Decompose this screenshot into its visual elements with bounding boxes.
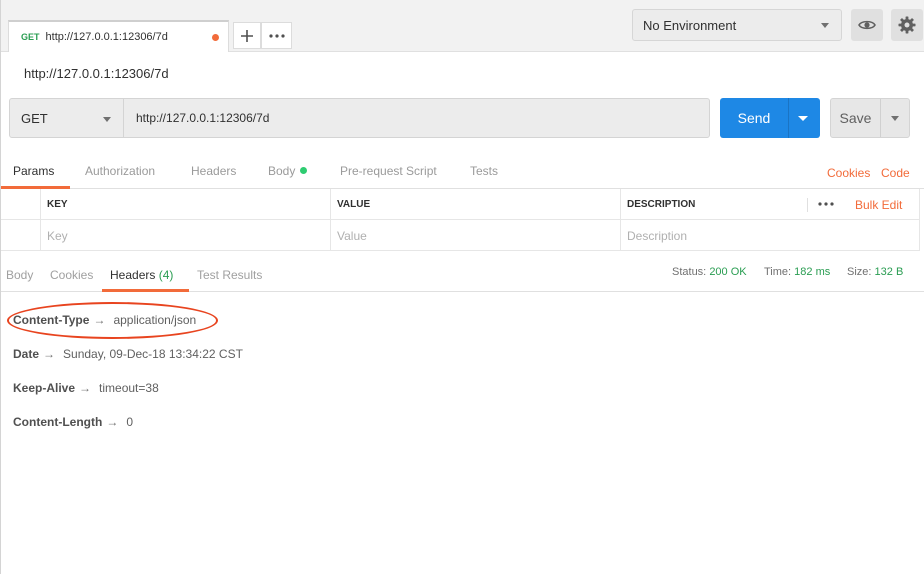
method-select[interactable]: GET <box>9 98 124 138</box>
chevron-down-icon[interactable] <box>798 116 808 121</box>
tab-response-headers[interactable]: Headers (4) <box>110 268 173 282</box>
annotation-ellipse <box>7 302 218 339</box>
response-header-row: Date → Sunday, 09-Dec-18 13:34:22 CST <box>13 347 243 361</box>
chevron-down-icon <box>821 23 829 28</box>
body-indicator-dot <box>300 167 308 174</box>
chevron-down-icon[interactable] <box>891 116 899 121</box>
time-value: 182 ms <box>794 266 831 278</box>
response-header-row: Content-Length → 0 <box>13 415 133 429</box>
tab-body[interactable]: Body <box>268 164 308 178</box>
arrow-icon: → <box>106 415 119 429</box>
environment-quick-look-button[interactable] <box>851 9 883 41</box>
description-column-header: DESCRIPTION Bulk Edit <box>620 189 920 220</box>
send-button-label: Send <box>737 110 771 126</box>
param-description-input[interactable]: Description <box>620 220 920 251</box>
response-size: Size: 132 B <box>847 266 903 278</box>
more-tabs-button[interactable] <box>261 22 292 49</box>
plus-icon <box>241 29 253 42</box>
description-column-label: DESCRIPTION <box>627 199 696 210</box>
url-input[interactable]: http://127.0.0.1:12306/7d <box>123 98 710 138</box>
arrow-icon: → <box>79 381 92 395</box>
headers-count-badge: (4) <box>158 268 174 282</box>
environment-select[interactable]: No Environment <box>632 9 842 41</box>
unsaved-indicator <box>212 34 219 41</box>
send-divider <box>788 98 789 138</box>
tab-tests[interactable]: Tests <box>470 164 498 178</box>
save-button-label: Save <box>839 110 872 126</box>
eye-icon <box>858 20 876 30</box>
time-label: Time: <box>764 266 792 278</box>
method-select-label: GET <box>21 110 48 126</box>
header-value: timeout=38 <box>99 381 159 395</box>
gear-icon <box>898 16 916 34</box>
size-value: 132 B <box>874 266 904 278</box>
settings-button[interactable] <box>891 9 923 41</box>
tab-body-label: Body <box>268 164 296 178</box>
cookies-link[interactable]: Cookies <box>827 166 870 180</box>
size-label: Size: <box>847 266 872 278</box>
header-value: 0 <box>126 415 133 429</box>
tab-response-cookies[interactable]: Cookies <box>50 268 93 282</box>
environment-select-label: No Environment <box>643 17 737 33</box>
tab-bar: GET http://127.0.0.1:12306/7d No Environ… <box>1 0 924 52</box>
tab-response-headers-label: Headers <box>110 268 156 282</box>
request-tabs: Params Authorization Headers Body Pre-re… <box>1 156 924 189</box>
active-response-tab-indicator <box>102 289 189 292</box>
params-checkbox-column <box>1 189 40 220</box>
new-tab-button[interactable] <box>233 22 261 49</box>
save-button[interactable]: Save <box>830 98 910 138</box>
header-key: Content-Length <box>13 415 103 429</box>
send-button[interactable]: Send <box>720 98 820 138</box>
arrow-icon: → <box>43 347 56 361</box>
tab-response-body[interactable]: Body <box>6 268 33 282</box>
response-header-row: Keep-Alive → timeout=38 <box>13 381 159 395</box>
response-time: Time: 182 ms <box>764 266 830 278</box>
status-value: 200 OK <box>709 266 747 278</box>
bulk-edit-link[interactable]: Bulk Edit <box>855 198 902 212</box>
params-input-row: Key Value Description <box>1 220 920 251</box>
ellipsis-icon <box>268 33 285 38</box>
tab-params[interactable]: Params <box>13 164 54 178</box>
header-divider <box>807 198 808 212</box>
request-tab-method: GET <box>21 32 40 42</box>
tab-authorization[interactable]: Authorization <box>85 164 155 178</box>
status-label: Status: <box>672 266 707 278</box>
response-tabs: Body Cookies Headers (4) Test Results St… <box>1 258 924 292</box>
params-header-row: KEY VALUE DESCRIPTION Bulk Edit <box>1 189 920 220</box>
param-value-input[interactable]: Value <box>330 220 621 251</box>
header-key: Keep-Alive <box>13 381 76 395</box>
value-column-header: VALUE <box>330 189 621 220</box>
ellipsis-icon[interactable] <box>818 202 834 206</box>
header-value: Sunday, 09-Dec-18 13:34:22 CST <box>63 347 243 361</box>
response-status: Status: 200 OK <box>672 266 747 278</box>
key-column-header: KEY <box>40 189 331 220</box>
param-key-input[interactable]: Key <box>40 220 331 251</box>
tab-prerequest-script[interactable]: Pre-request Script <box>340 164 437 178</box>
tab-headers[interactable]: Headers <box>191 164 236 178</box>
url-input-value: http://127.0.0.1:12306/7d <box>136 111 270 125</box>
tab-test-results[interactable]: Test Results <box>197 268 262 282</box>
request-title[interactable]: http://127.0.0.1:12306/7d <box>24 66 169 81</box>
header-key: Date <box>13 347 40 361</box>
request-tab[interactable]: GET http://127.0.0.1:12306/7d <box>8 20 229 52</box>
params-row-checkbox <box>1 220 40 251</box>
code-link[interactable]: Code <box>881 166 910 180</box>
chevron-down-icon <box>103 117 111 122</box>
save-divider <box>880 99 881 137</box>
request-tab-url: http://127.0.0.1:12306/7d <box>45 31 168 43</box>
params-table: KEY VALUE DESCRIPTION Bulk Edit Key Valu… <box>1 189 924 251</box>
